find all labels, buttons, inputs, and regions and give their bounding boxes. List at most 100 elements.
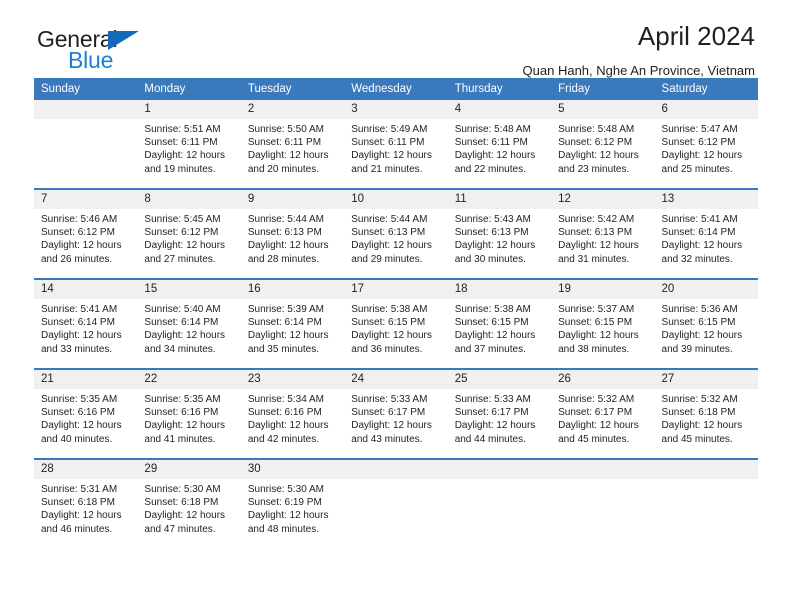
- day-details: Sunrise: 5:48 AM Sunset: 6:12 PM Daylight:…: [551, 119, 654, 176]
- day-details: Sunrise: 5:34 AM Sunset: 6:16 PM Daylight:…: [241, 389, 344, 446]
- general-blue-logo[interactable]: General Blue: [37, 28, 237, 76]
- weekday-header-thursday: Thursday: [447, 78, 552, 100]
- calendar-day-cell[interactable]: 7 Sunrise: 5:46 AM Sunset: 6:12 PM Daylight…: [34, 188, 138, 279]
- calendar-day-cell[interactable]: 15 Sunrise: 5:40 AM Sunset: 6:14 PM Dayligh…: [137, 278, 241, 369]
- calendar-page: General Blue April 2024 Quan Hanh, Nghe …: [0, 0, 792, 612]
- daylight-duration-line1: Daylight: 12 hours: [247, 510, 329, 522]
- page-header: General Blue April 2024 Quan Hanh, Nghe …: [34, 0, 758, 78]
- day-number: 6: [654, 100, 758, 119]
- sunrise-time: Sunrise: 5:38 AM: [351, 304, 428, 315]
- calendar-day-cell[interactable]: 11 Sunrise: 5:43 AM Sunset: 6:13 PM Dayligh…: [447, 188, 552, 279]
- daylight-duration-line2: and 28 minutes.: [247, 253, 320, 265]
- day-number: 19: [551, 280, 655, 299]
- calendar-day-cell[interactable]: 13 Sunrise: 5:41 AM Sunset: 6:14 PM Dayligh…: [654, 188, 758, 279]
- calendar-day-cell-empty: [344, 458, 448, 548]
- sunset-time: Sunset: 6:14 PM: [661, 227, 736, 239]
- sunrise-time: Sunrise: 5:33 AM: [351, 394, 428, 405]
- sunset-time: Sunset: 6:14 PM: [247, 317, 322, 329]
- page-subtitle: Quan Hanh, Nghe An Province, Vietnam: [522, 62, 755, 78]
- daylight-duration-line1: Daylight: 12 hours: [351, 240, 432, 252]
- daylight-duration-line2: and 20 minutes.: [247, 163, 320, 175]
- day-details: Sunrise: 5:41 AM Sunset: 6:14 PM Daylight:…: [34, 299, 137, 356]
- daylight-duration-line2: and 46 minutes.: [41, 523, 113, 535]
- daylight-duration-line1: Daylight: 12 hours: [41, 510, 122, 522]
- calendar-day-cell[interactable]: 25 Sunrise: 5:33 AM Sunset: 6:17 PM Dayligh…: [447, 368, 552, 459]
- sunset-time: Sunset: 6:11 PM: [454, 137, 528, 149]
- daylight-duration-line2: and 26 minutes.: [41, 253, 113, 265]
- daylight-duration-line2: and 35 minutes.: [247, 343, 320, 355]
- calendar-day-cell[interactable]: 1 Sunrise: 5:51 AM Sunset: 6:11 PM Daylight…: [137, 100, 241, 189]
- daylight-duration-line2: and 39 minutes.: [661, 343, 733, 355]
- day-details: Sunrise: 5:44 AM Sunset: 6:13 PM Daylight:…: [241, 209, 344, 266]
- calendar-day-cell[interactable]: 8 Sunrise: 5:45 AM Sunset: 6:12 PM Daylight…: [137, 188, 241, 279]
- calendar-day-cell[interactable]: 24 Sunrise: 5:33 AM Sunset: 6:17 PM Dayligh…: [344, 368, 448, 459]
- sunrise-time: Sunrise: 5:35 AM: [41, 394, 118, 405]
- day-details: Sunrise: 5:33 AM Sunset: 6:17 PM Daylight:…: [344, 389, 447, 446]
- calendar-day-cell[interactable]: 19 Sunrise: 5:37 AM Sunset: 6:15 PM Dayligh…: [551, 278, 655, 369]
- day-number: [551, 460, 655, 479]
- daylight-duration-line1: Daylight: 12 hours: [454, 240, 536, 252]
- calendar-day-cell[interactable]: 26 Sunrise: 5:32 AM Sunset: 6:17 PM Dayligh…: [551, 368, 655, 459]
- daylight-duration-line2: and 41 minutes.: [144, 433, 216, 445]
- calendar-day-cell[interactable]: 2 Sunrise: 5:50 AM Sunset: 6:11 PM Daylight…: [240, 100, 345, 189]
- sunset-time: Sunset: 6:14 PM: [41, 317, 115, 329]
- daylight-duration-line1: Daylight: 12 hours: [454, 150, 536, 162]
- daylight-duration-line1: Daylight: 12 hours: [41, 240, 122, 252]
- calendar-day-cell[interactable]: 17 Sunrise: 5:38 AM Sunset: 6:15 PM Dayligh…: [344, 278, 448, 369]
- calendar-day-cell[interactable]: 12 Sunrise: 5:42 AM Sunset: 6:13 PM Dayligh…: [551, 188, 655, 279]
- daylight-duration-line2: and 47 minutes.: [144, 523, 216, 535]
- day-number: 11: [447, 190, 552, 209]
- title-block: April 2024 Quan Hanh, Nghe An Province, …: [523, 22, 755, 78]
- sunrise-time: Sunrise: 5:45 AM: [144, 214, 221, 225]
- calendar-day-cell[interactable]: 3 Sunrise: 5:49 AM Sunset: 6:11 PM Daylight…: [344, 100, 448, 189]
- calendar-day-cell[interactable]: 30 Sunrise: 5:30 AM Sunset: 6:19 PM Dayligh…: [240, 458, 345, 548]
- daylight-duration-line1: Daylight: 12 hours: [247, 330, 329, 342]
- daylight-duration-line2: and 36 minutes.: [351, 343, 423, 355]
- sunrise-time: Sunrise: 5:40 AM: [144, 304, 221, 315]
- calendar-day-cell[interactable]: 18 Sunrise: 5:38 AM Sunset: 6:15 PM Dayligh…: [447, 278, 552, 369]
- sunset-time: Sunset: 6:11 PM: [351, 137, 425, 149]
- sunrise-time: Sunrise: 5:43 AM: [454, 214, 531, 225]
- day-number: 14: [34, 280, 138, 299]
- calendar-day-cell[interactable]: 9 Sunrise: 5:44 AM Sunset: 6:13 PM Daylight…: [240, 188, 345, 279]
- daylight-duration-line1: Daylight: 12 hours: [247, 420, 329, 432]
- sunset-time: Sunset: 6:18 PM: [41, 497, 115, 509]
- calendar-day-cell[interactable]: 29 Sunrise: 5:30 AM Sunset: 6:18 PM Dayligh…: [137, 458, 241, 548]
- daylight-duration-line2: and 29 minutes.: [351, 253, 423, 265]
- calendar-day-cell[interactable]: 5 Sunrise: 5:48 AM Sunset: 6:12 PM Daylight…: [551, 100, 655, 189]
- sunrise-time: Sunrise: 5:32 AM: [661, 394, 738, 405]
- calendar-day-cell[interactable]: 10 Sunrise: 5:44 AM Sunset: 6:13 PM Dayligh…: [344, 188, 448, 279]
- sunset-time: Sunset: 6:15 PM: [661, 317, 736, 329]
- sunset-time: Sunset: 6:17 PM: [351, 407, 426, 419]
- daylight-duration-line2: and 22 minutes.: [454, 163, 526, 175]
- calendar-day-cell[interactable]: 21 Sunrise: 5:35 AM Sunset: 6:16 PM Dayligh…: [34, 368, 138, 459]
- day-number: 28: [34, 460, 138, 479]
- day-number: 21: [34, 370, 138, 389]
- day-details: Sunrise: 5:48 AM Sunset: 6:11 PM Daylight:…: [448, 119, 551, 176]
- calendar-day-cell[interactable]: 6 Sunrise: 5:47 AM Sunset: 6:12 PM Daylight…: [654, 100, 758, 189]
- calendar-day-cell[interactable]: 16 Sunrise: 5:39 AM Sunset: 6:14 PM Dayligh…: [240, 278, 345, 369]
- calendar-day-cell-empty: [551, 458, 655, 548]
- sunrise-time: Sunrise: 5:34 AM: [247, 394, 324, 405]
- sunrise-time: Sunrise: 5:30 AM: [144, 484, 221, 495]
- daylight-duration-line2: and 45 minutes.: [558, 433, 630, 445]
- calendar-day-cell[interactable]: 4 Sunrise: 5:48 AM Sunset: 6:11 PM Daylight…: [447, 100, 552, 189]
- day-number: [654, 460, 758, 479]
- calendar-day-cell[interactable]: 22 Sunrise: 5:35 AM Sunset: 6:16 PM Dayligh…: [137, 368, 241, 459]
- daylight-duration-line1: Daylight: 12 hours: [144, 330, 226, 342]
- weekday-header-friday: Friday: [551, 78, 655, 100]
- calendar-day-cell[interactable]: 27 Sunrise: 5:32 AM Sunset: 6:18 PM Dayligh…: [654, 368, 758, 459]
- day-number: 7: [34, 190, 138, 209]
- daylight-duration-line2: and 33 minutes.: [41, 343, 113, 355]
- day-number: 23: [240, 370, 345, 389]
- day-number: 22: [137, 370, 241, 389]
- sunrise-time: Sunrise: 5:35 AM: [144, 394, 221, 405]
- weekday-header-tuesday: Tuesday: [240, 78, 345, 100]
- calendar-day-cell[interactable]: 20 Sunrise: 5:36 AM Sunset: 6:15 PM Dayligh…: [654, 278, 758, 369]
- calendar-day-cell[interactable]: 28 Sunrise: 5:31 AM Sunset: 6:18 PM Dayligh…: [34, 458, 138, 548]
- sunrise-time: Sunrise: 5:42 AM: [558, 214, 635, 225]
- calendar-day-cell[interactable]: 23 Sunrise: 5:34 AM Sunset: 6:16 PM Dayligh…: [240, 368, 345, 459]
- calendar-day-cell[interactable]: 14 Sunrise: 5:41 AM Sunset: 6:14 PM Dayligh…: [34, 278, 138, 369]
- day-details: Sunrise: 5:35 AM Sunset: 6:16 PM Daylight:…: [137, 389, 240, 446]
- daylight-duration-line1: Daylight: 12 hours: [144, 510, 226, 522]
